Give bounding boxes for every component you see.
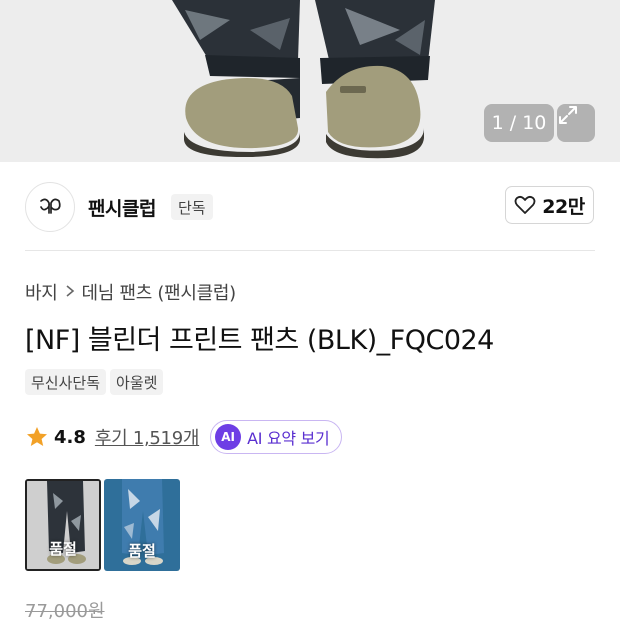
- expand-arrows-icon: [559, 106, 577, 124]
- option-thumbnail-blue[interactable]: 품절: [104, 479, 180, 571]
- tag-outlet: 아울렛: [110, 369, 164, 395]
- expand-button[interactable]: [557, 104, 595, 142]
- like-button[interactable]: 22만: [505, 186, 594, 224]
- brand-exclusive-tag: 단독: [171, 194, 213, 220]
- breadcrumb-item-category[interactable]: 바지: [25, 279, 58, 305]
- product-title: [NF] 블린더 프린트 팬츠 (BLK)_FQC024: [25, 325, 494, 356]
- original-price: 77,000원: [25, 601, 105, 620]
- ai-summary-label: AI 요약 보기: [247, 429, 330, 448]
- review-count-link[interactable]: 후기 1,519개: [95, 424, 200, 450]
- tag-musinsa-exclusive: 무신사단독: [25, 369, 107, 395]
- option-thumbnail-black[interactable]: 품절: [25, 479, 101, 571]
- brand-name[interactable]: 팬시클럽: [88, 194, 156, 221]
- brand-row: 팬시클럽 단독 22만: [0, 162, 620, 250]
- star-icon: [27, 427, 47, 446]
- divider: [25, 250, 595, 251]
- heart-outline-icon: [514, 195, 536, 214]
- color-options: 품절 품절: [25, 479, 180, 571]
- product-image[interactable]: 1 / 10: [0, 0, 620, 162]
- rating-value: 4.8: [54, 426, 86, 448]
- image-counter: 1 / 10: [484, 104, 554, 142]
- rating-row: 4.8 후기 1,519개 AI AI 요약 보기: [25, 420, 343, 454]
- soldout-label: 품절: [49, 540, 77, 558]
- ai-badge-icon: AI: [215, 424, 242, 450]
- product-tags: 무신사단독 아울렛: [25, 369, 164, 395]
- breadcrumb: 바지 데님 팬츠 (팬시클럽): [25, 279, 236, 305]
- chevron-right-icon: [65, 283, 75, 302]
- fancyclub-logo-icon: [40, 198, 61, 214]
- brand-logo[interactable]: [25, 182, 75, 232]
- like-count: 22만: [542, 195, 585, 218]
- ai-summary-button[interactable]: AI AI 요약 보기: [210, 420, 343, 454]
- breadcrumb-item-subcategory[interactable]: 데님 팬츠 (팬시클럽): [82, 279, 237, 305]
- soldout-label: 품절: [128, 542, 156, 560]
